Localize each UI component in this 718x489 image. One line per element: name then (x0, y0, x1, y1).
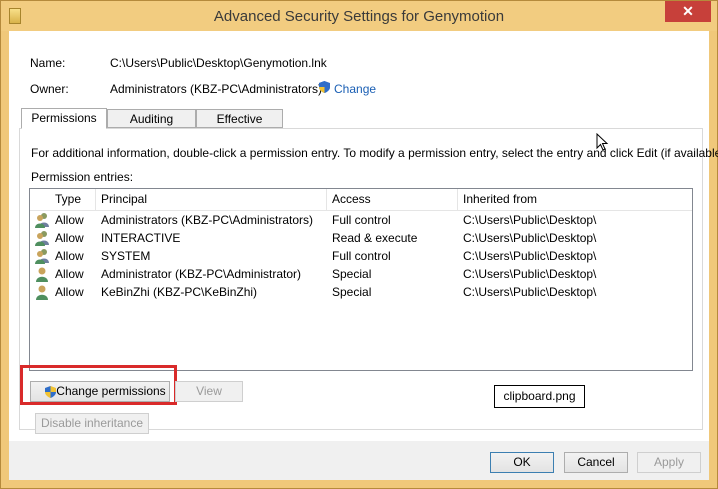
row-access: Special (332, 285, 372, 299)
row-inherited: C:\Users\Public\Desktop\ (463, 231, 597, 245)
table-row[interactable]: Allow Administrator (KBZ-PC\Administrato… (30, 265, 692, 283)
user-icon (36, 285, 48, 300)
permission-entries-list[interactable]: Type Principal Access Inherited from All… (29, 188, 693, 371)
row-inherited: C:\Users\Public\Desktop\ (463, 249, 597, 263)
change-owner-link[interactable]: Change (334, 82, 376, 96)
permission-entries-label: Permission entries: (31, 170, 134, 184)
name-label: Name: (30, 56, 66, 70)
uac-shield-icon (319, 81, 330, 93)
table-row[interactable]: Allow KeBinZhi (KBZ-PC\KeBinZhi) Special… (30, 283, 692, 301)
owner-label: Owner: (30, 82, 69, 96)
row-type: Allow (55, 267, 84, 281)
tab-auditing[interactable]: Auditing (107, 109, 196, 128)
clipboard-tooltip: clipboard.png (494, 385, 585, 408)
group-icon (35, 249, 49, 264)
dialog-content: Name: C:\Users\Public\Desktop\Genymotion… (9, 31, 718, 441)
table-row[interactable]: Allow SYSTEM Full control C:\Users\Publi… (30, 247, 692, 265)
change-permissions-button[interactable]: Change permissions (30, 381, 170, 402)
owner-value: Administrators (KBZ-PC\Administrators) (110, 82, 323, 96)
row-principal: INTERACTIVE (101, 231, 181, 245)
row-type: Allow (55, 231, 84, 245)
cancel-button[interactable]: Cancel (564, 452, 628, 473)
uac-shield-icon (45, 386, 56, 398)
security-settings-window: Advanced Security Settings for Genymotio… (0, 0, 718, 489)
column-inherited-from[interactable]: Inherited from (458, 189, 692, 210)
column-principal[interactable]: Principal (96, 189, 327, 210)
name-value: C:\Users\Public\Desktop\Genymotion.lnk (110, 56, 327, 70)
row-access: Full control (332, 213, 391, 227)
row-access: Special (332, 267, 372, 281)
group-icon (35, 231, 49, 246)
row-principal: Administrator (KBZ-PC\Administrator) (101, 267, 302, 281)
group-icon (35, 213, 49, 228)
row-inherited: C:\Users\Public\Desktop\ (463, 285, 597, 299)
column-access[interactable]: Access (327, 189, 458, 210)
ok-button[interactable]: OK (490, 452, 554, 473)
tab-permissions[interactable]: Permissions (21, 108, 107, 129)
table-row[interactable]: Allow Administrators (KBZ-PC\Administrat… (30, 211, 692, 229)
row-type: Allow (55, 249, 84, 263)
info-text: For additional information, double-click… (31, 146, 718, 160)
disable-inheritance-button[interactable]: Disable inheritance (35, 413, 149, 434)
row-access: Full control (332, 249, 391, 263)
row-type: Allow (55, 285, 84, 299)
row-inherited: C:\Users\Public\Desktop\ (463, 213, 597, 227)
apply-button[interactable]: Apply (637, 452, 701, 473)
tab-effective-access[interactable]: Effective Access (196, 109, 283, 145)
row-inherited: C:\Users\Public\Desktop\ (463, 267, 597, 281)
row-principal: Administrators (KBZ-PC\Administrators) (101, 213, 314, 227)
row-type: Allow (55, 213, 84, 227)
mouse-cursor-icon (596, 133, 609, 151)
view-button[interactable]: View (175, 381, 243, 402)
close-button[interactable]: ✕ (665, 1, 711, 22)
row-access: Read & execute (332, 231, 418, 245)
title-bar[interactable]: Advanced Security Settings for Genymotio… (1, 1, 717, 31)
window-title: Advanced Security Settings for Genymotio… (213, 8, 505, 25)
column-type[interactable]: Type (50, 189, 96, 210)
dialog-client-area: Name: C:\Users\Public\Desktop\Genymotion… (9, 31, 718, 480)
row-principal: KeBinZhi (KBZ-PC\KeBinZhi) (101, 285, 258, 299)
table-row[interactable]: Allow INTERACTIVE Read & execute C:\User… (30, 229, 692, 247)
user-icon (36, 267, 48, 282)
list-header: Type Principal Access Inherited from (30, 189, 692, 211)
row-principal: SYSTEM (101, 249, 151, 263)
